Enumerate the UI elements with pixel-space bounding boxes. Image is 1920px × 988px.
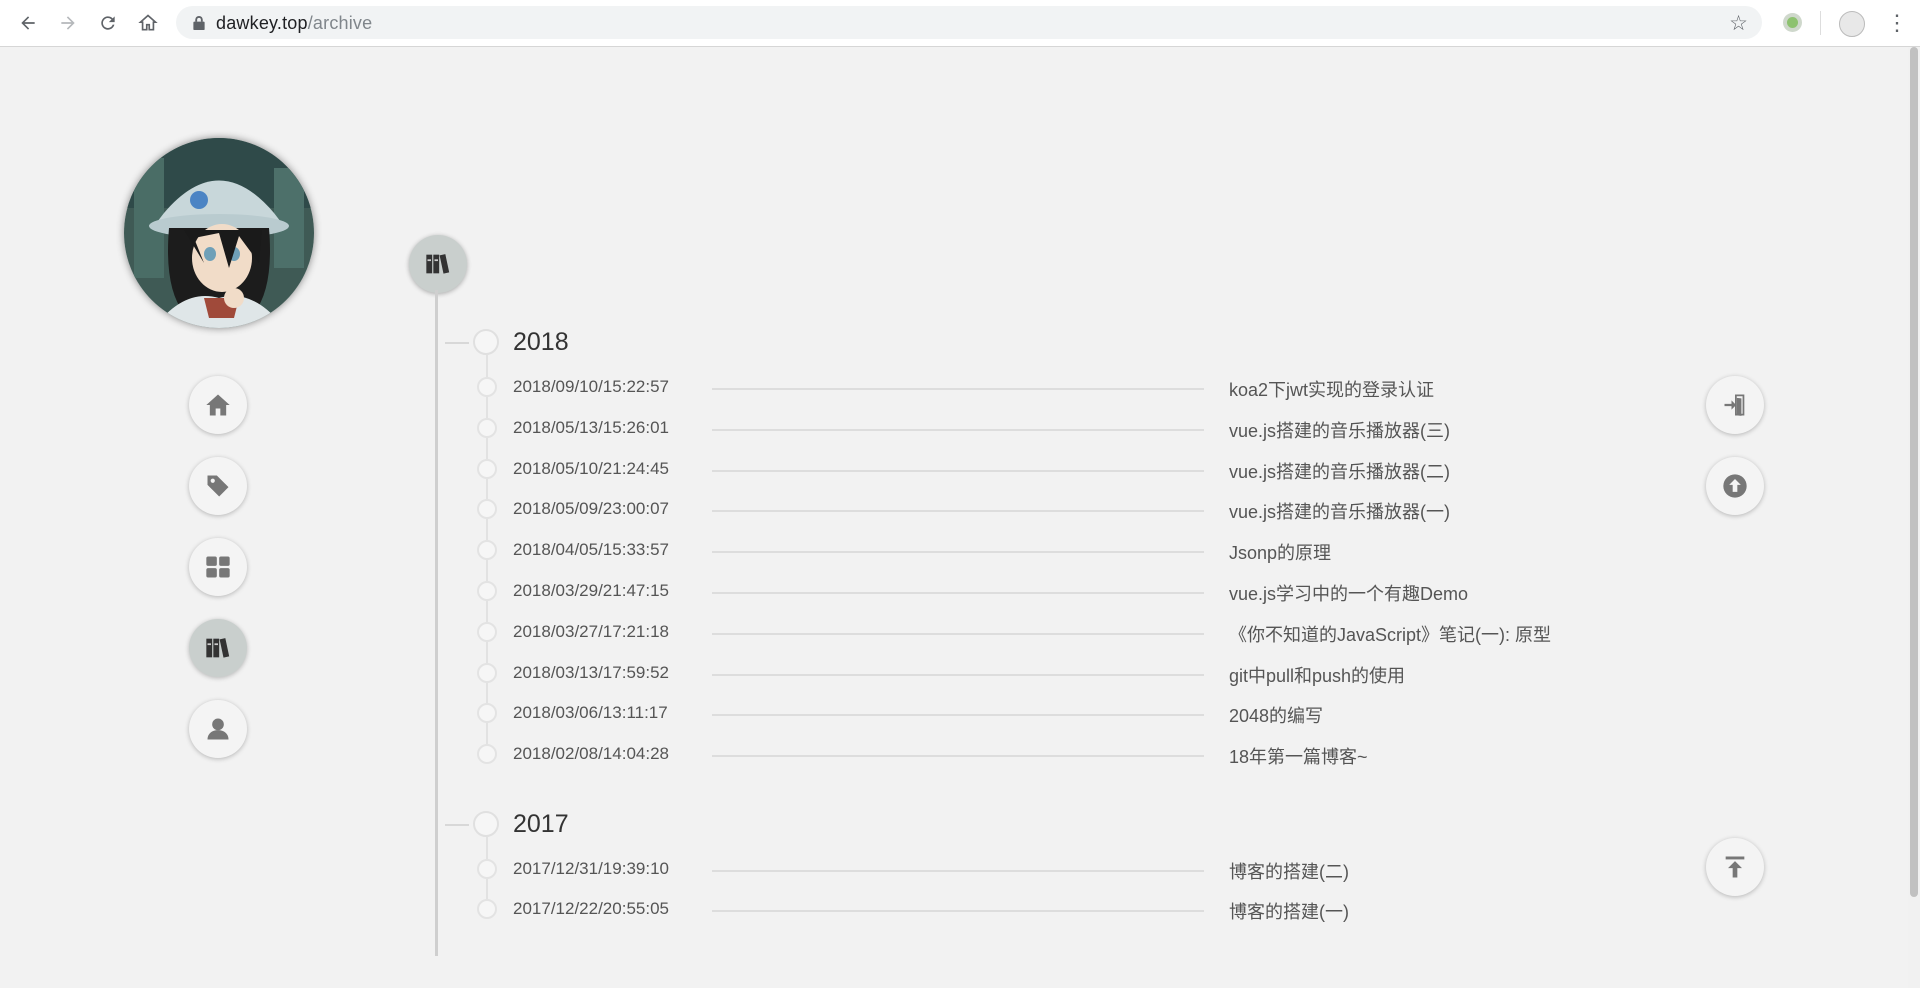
post-title-link[interactable]: vue.js学习中的一个有趣Demo [1229,580,1468,606]
post-title-link[interactable]: vue.js搭建的音乐播放器(二) [1229,458,1450,484]
avatar[interactable] [124,138,314,328]
post-dot [477,581,497,601]
post-date: 2018/03/06/13:11:17 [513,703,668,722]
year-tick [445,824,469,826]
upload-button[interactable] [1706,457,1764,515]
post-date: 2018/03/29/21:47:15 [513,581,669,600]
to-top-icon [1725,856,1745,878]
post-dot [477,663,497,683]
post-title-link[interactable]: Jsonp的原理 [1229,539,1331,565]
post-connector [712,551,1204,553]
post-connector [712,510,1204,512]
reload-icon[interactable] [94,9,122,37]
timeline-main-line [435,290,438,956]
logout-button[interactable] [1706,376,1764,434]
post-connector [712,714,1204,716]
arrow-up-circle-icon [1723,474,1747,498]
post-title-link[interactable]: koa2下jwt实现的登录认证 [1229,376,1434,402]
post-connector [712,470,1204,472]
menu-icon[interactable]: ⋮ [1886,9,1908,37]
post-date: 2018/04/05/15:33:57 [513,540,669,559]
toolbar-divider [1820,11,1821,35]
post-title-link[interactable]: 《你不知道的JavaScript》笔记(一): 原型 [1229,621,1551,647]
post-connector [712,674,1204,676]
post-connector [712,592,1204,594]
post-date: 2018/03/13/17:59:52 [513,663,669,682]
home-icon[interactable] [134,9,162,37]
sidebar-item-home[interactable] [189,376,247,434]
tag-icon [207,475,229,497]
post-date: 2018/05/09/23:00:07 [513,499,669,518]
year-dot [473,811,499,837]
post-title-link[interactable]: git中pull和push的使用 [1229,662,1405,688]
post-connector [712,633,1204,635]
post-dot [477,622,497,642]
back-icon[interactable] [14,9,42,37]
lock-icon [193,16,205,30]
post-dot [477,377,497,397]
back-to-top-button[interactable] [1706,838,1764,896]
post-title-link[interactable]: 2048的编写 [1229,702,1323,728]
post-title-link[interactable]: 18年第一篇博客~ [1229,743,1368,769]
post-title-link[interactable]: vue.js搭建的音乐播放器(一) [1229,498,1450,524]
sidebar-item-archive[interactable] [189,619,247,677]
post-title-link[interactable]: 博客的搭建(二) [1229,858,1349,884]
post-dot [477,744,497,764]
home-icon [206,394,230,416]
books-icon [426,254,450,274]
sidebar-item-about[interactable] [189,700,247,758]
star-icon[interactable]: ☆ [1729,11,1748,36]
forward-icon[interactable] [54,9,82,37]
post-dot [477,459,497,479]
post-dot [477,499,497,519]
post-connector [712,910,1204,912]
post-dot [477,418,497,438]
books-icon [206,638,230,658]
year-dot [473,329,499,355]
year-tick [445,342,469,344]
post-connector [712,870,1204,872]
exit-door-icon [1724,394,1745,416]
year-label: 2017 [513,810,569,838]
post-date: 2018/02/08/14:04:28 [513,744,669,763]
post-date: 2017/12/22/20:55:05 [513,899,669,918]
post-dot [477,540,497,560]
post-date: 2018/05/10/21:24:45 [513,459,669,478]
sidebar-item-tags[interactable] [189,457,247,515]
profile-icon[interactable] [1839,11,1865,37]
user-icon [207,718,229,740]
scrollbar-thumb[interactable] [1910,47,1918,897]
url-domain: dawkey.top [216,13,308,33]
post-dot [477,703,497,723]
year-label: 2018 [513,328,569,356]
post-connector [712,755,1204,757]
post-dot [477,899,497,919]
post-title-link[interactable]: 博客的搭建(一) [1229,898,1349,924]
address-bar[interactable]: dawkey.top/archive ☆ [176,6,1762,39]
extension-icon[interactable] [1783,13,1802,32]
url-path: /archive [307,13,373,33]
post-title-link[interactable]: vue.js搭建的音乐播放器(三) [1229,417,1450,443]
post-date: 2017/12/31/19:39:10 [513,859,669,878]
post-date: 2018/05/13/15:26:01 [513,418,669,437]
post-date: 2018/03/27/17:21:18 [513,622,669,641]
post-date: 2018/09/10/15:22:57 [513,377,669,396]
browser-toolbar: dawkey.top/archive ☆ ⋮ [0,0,1920,47]
post-dot [477,859,497,879]
post-connector [712,429,1204,431]
grid-icon [206,556,230,578]
archive-header-icon [409,235,467,293]
post-connector [712,388,1204,390]
url-text[interactable]: dawkey.top/archive [216,13,372,34]
sidebar-item-categories[interactable] [189,538,247,596]
